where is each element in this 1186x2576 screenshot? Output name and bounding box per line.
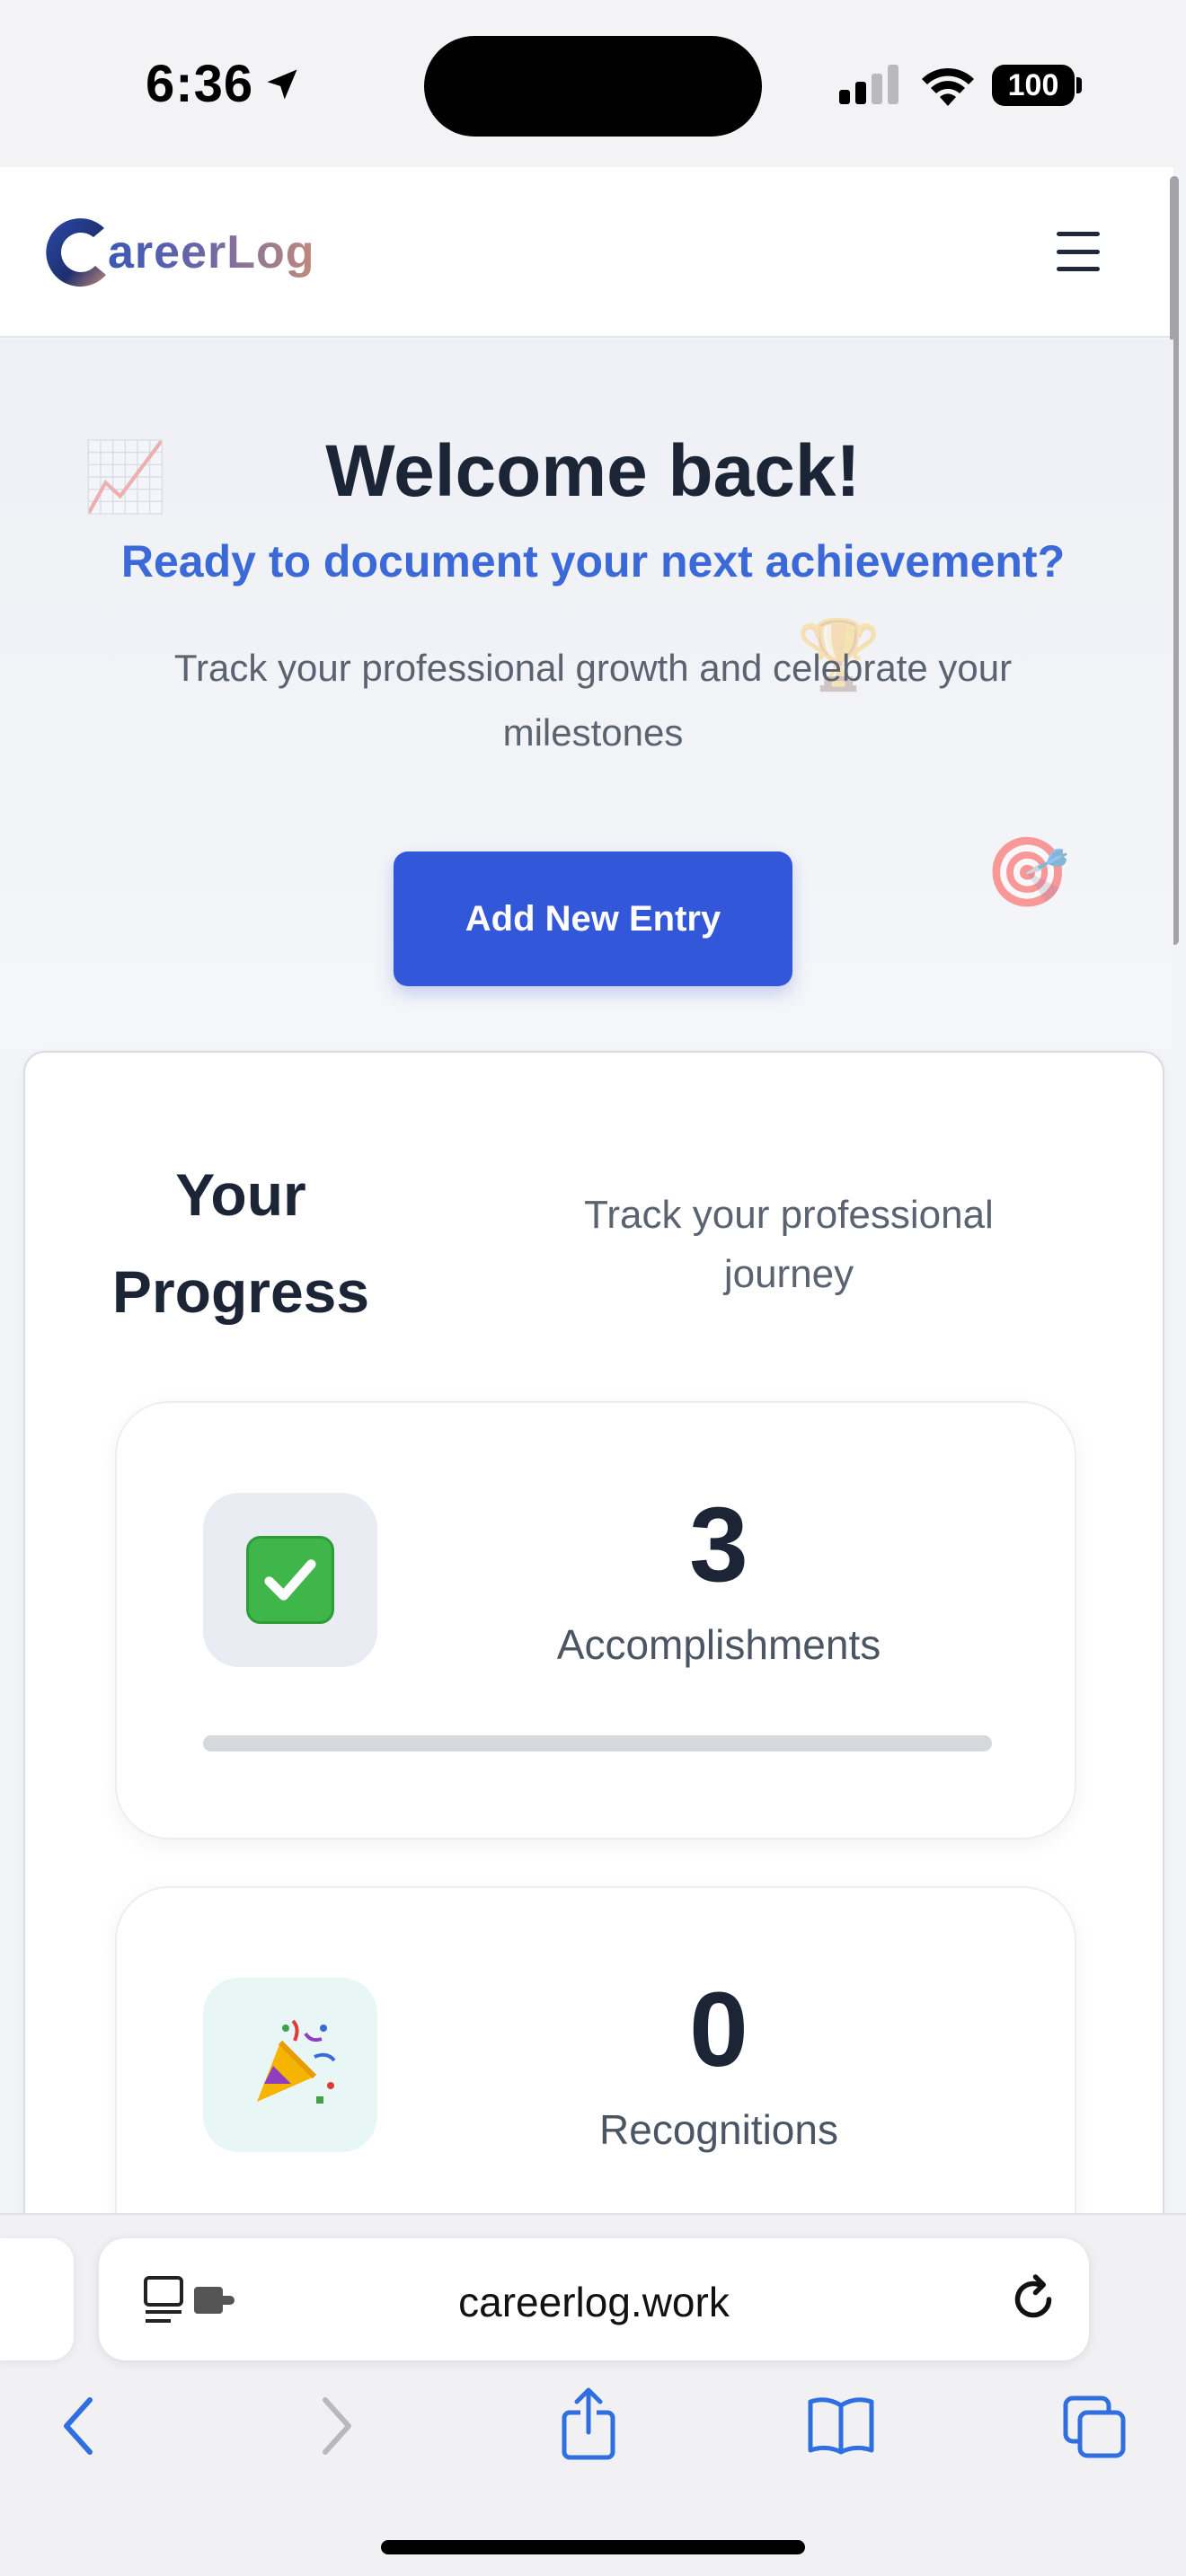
party-popper-icon bbox=[257, 2019, 336, 2104]
logo-text: areerLog bbox=[108, 226, 315, 278]
site-header: areerLog bbox=[0, 167, 1173, 338]
hero-title: Welcome back! bbox=[325, 430, 861, 512]
reload-icon[interactable] bbox=[1006, 2272, 1060, 2326]
menu-line bbox=[1057, 232, 1100, 236]
menu-line bbox=[1057, 249, 1100, 254]
accomplishments-progress-bar bbox=[203, 1735, 992, 1751]
check-mark-icon bbox=[246, 1536, 334, 1624]
home-indicator bbox=[381, 2540, 805, 2554]
progress-title: Your Progress bbox=[111, 1161, 370, 1325]
check-mark-icon-tile bbox=[203, 1493, 377, 1667]
location-arrow-icon bbox=[267, 69, 297, 100]
wifi-icon bbox=[922, 67, 974, 106]
status-bar: 6:36 100 bbox=[0, 0, 1186, 167]
forward-arrow-icon[interactable] bbox=[314, 2395, 358, 2457]
add-new-entry-button[interactable]: Add New Entry bbox=[394, 851, 792, 986]
hero-subtitle: Ready to document your next achievement? bbox=[120, 536, 1066, 587]
share-icon[interactable] bbox=[557, 2386, 620, 2461]
menu-line bbox=[1057, 267, 1100, 271]
recognitions-label: Recognitions bbox=[599, 2106, 838, 2153]
dynamic-island bbox=[424, 36, 762, 137]
browser-bottom-bar: careerlog.work bbox=[0, 2213, 1186, 2576]
careerlog-logo[interactable]: areerLog bbox=[41, 212, 315, 293]
address-bar[interactable]: careerlog.work bbox=[99, 2238, 1089, 2360]
battery-tip bbox=[1076, 77, 1082, 93]
recognitions-count: 0 bbox=[689, 1971, 748, 2089]
accomplishments-label: Accomplishments bbox=[556, 1621, 881, 1668]
hero-section: 📈 🏆 🎯 Welcome back! Ready to document yo… bbox=[0, 340, 1173, 1049]
progress-panel: Your Progress Track your professional jo… bbox=[23, 1051, 1164, 2335]
back-arrow-icon[interactable] bbox=[58, 2395, 101, 2457]
progress-subtitle: Track your professional journey bbox=[584, 1193, 994, 1296]
status-time: 6:36 bbox=[146, 55, 254, 113]
party-popper-icon-tile bbox=[203, 1978, 377, 2152]
hamburger-menu-button[interactable] bbox=[1051, 226, 1105, 277]
target-icon: 🎯 bbox=[985, 834, 1070, 911]
bookmarks-icon[interactable] bbox=[807, 2395, 875, 2456]
url-text: careerlog.work bbox=[458, 2279, 730, 2325]
accomplishments-card[interactable]: 3 Accomplishments bbox=[115, 1401, 1076, 1839]
previous-tab-preview[interactable] bbox=[0, 2238, 74, 2360]
hero-description: Track your professional growth and celeb… bbox=[173, 647, 1013, 754]
battery-indicator: 100 bbox=[992, 65, 1075, 106]
cellular-signal-icon bbox=[839, 65, 898, 104]
tabs-icon[interactable] bbox=[1062, 2395, 1127, 2459]
logo-c-icon bbox=[46, 218, 106, 287]
accomplishments-count: 3 bbox=[689, 1486, 748, 1604]
